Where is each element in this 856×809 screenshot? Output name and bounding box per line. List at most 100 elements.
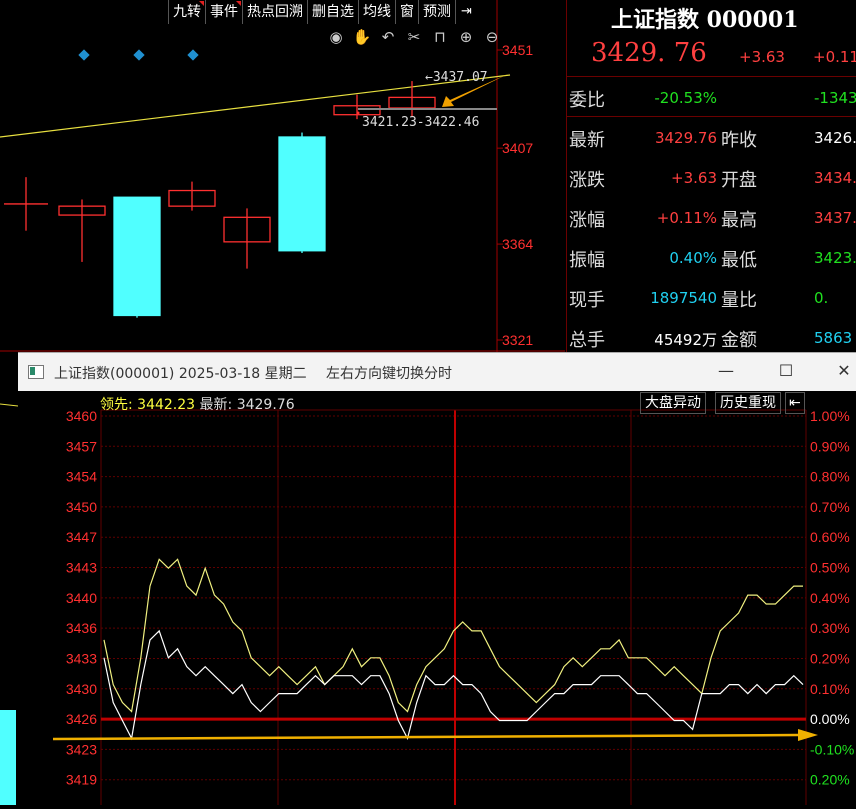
pct-tick-label: 0.80%	[810, 469, 850, 485]
latest-label: 最新:	[199, 397, 233, 413]
scissors-icon[interactable]: ✂	[404, 28, 424, 46]
quote-row-label: 委比	[569, 90, 605, 111]
quote-row-label: 总手	[569, 330, 605, 351]
toolbar-hotspot-review[interactable]: 热点回溯	[242, 0, 307, 24]
quote-change-pct: +0.11	[813, 48, 856, 66]
diamond-marker	[78, 49, 90, 61]
left-edge-panel	[0, 352, 19, 805]
quote-row-value: 45492万	[654, 331, 717, 349]
pct-tick-label: 0.20%	[810, 772, 850, 788]
intraday-chart[interactable]: 3460 3457 3454 3450 3447 3443 3440 3436 3433 3430…	[18, 390, 856, 805]
arrow-icon	[52, 733, 799, 741]
popup-title: 上证指数(000001) 2025-03-18 星期二	[54, 366, 307, 382]
exit-arrow-icon[interactable]: ⇥	[455, 0, 477, 24]
hand-icon[interactable]: ✋	[352, 28, 372, 46]
quote-row-value: 0.40%	[669, 249, 717, 267]
grid	[100, 409, 807, 805]
y-axis-ticks: 3451 3407 3364 3321	[497, 42, 533, 348]
close-button[interactable]: ✕	[830, 359, 856, 383]
y-tick-label: 3419	[66, 772, 97, 788]
pct-tick-label: 0.30%	[810, 620, 850, 636]
collapse-arrow-icon[interactable]: ⇤	[785, 392, 805, 414]
quote-row-label-2: 最低	[721, 250, 757, 271]
toolbar-forecast[interactable]: 预测	[418, 0, 455, 24]
y-tick-label: 3451	[502, 42, 533, 58]
quote-row-value: 3429.76	[654, 129, 717, 147]
maximize-button[interactable]: ☐	[772, 359, 800, 383]
range-dot	[356, 111, 360, 115]
y-tick-label: 3450	[66, 499, 97, 515]
quote-row-label: 涨幅	[569, 210, 605, 231]
pct-tick-label: 1.00%	[810, 408, 850, 424]
eye-icon[interactable]: ◉	[326, 28, 346, 46]
series-line-1	[103, 629, 804, 741]
quote-row-label: 涨跌	[569, 170, 605, 191]
y-tick-label: 3443	[66, 560, 97, 576]
quote-row: 涨幅 +0.11% 最高 3437.	[567, 198, 856, 238]
quote-row-value-2: 3437.	[814, 209, 856, 227]
market-anomaly-button[interactable]: 大盘异动	[640, 392, 706, 414]
quote-panel: 上证指数 000001 3429. 76 +3.63 +0.11 委比 -20.5…	[566, 0, 856, 352]
quote-row-label-2: 金额	[721, 330, 757, 351]
y-tick-label: 3430	[66, 681, 97, 697]
quote-row: 现手 1897540 量比 0.	[567, 278, 856, 318]
quote-price: 3429. 76	[591, 38, 707, 68]
latest-value: 3429.76	[236, 397, 295, 413]
zoom-out-icon[interactable]: ⊖	[482, 28, 502, 46]
candle-body	[113, 196, 161, 317]
quote-row: 振幅 0.40% 最低 3423.	[567, 238, 856, 278]
y-tick-label: 3426	[66, 711, 97, 727]
toolbar-events[interactable]: 事件	[205, 0, 242, 24]
quote-row: 委比 -20.53% -134382	[567, 78, 856, 118]
y-tick-label: 3436	[66, 620, 97, 636]
lead-value: 3442.23	[137, 397, 196, 413]
quote-row-value-2: 5863	[814, 329, 853, 347]
y-tick-label: 3433	[66, 650, 97, 666]
quote-row-label-2: 昨收	[721, 130, 757, 151]
minimize-button[interactable]: —	[712, 359, 740, 383]
quote-row-value: +3.63	[671, 169, 717, 187]
pct-tick-label: 0.10%	[810, 681, 850, 697]
zoom-in-icon[interactable]: ⊕	[456, 28, 476, 46]
chart-tools: ◉ ✋ ↶ ✂ ⊓ ⊕ ⊖	[326, 28, 502, 46]
toolbar-jiuzhuan[interactable]: 九转	[168, 0, 205, 24]
pct-tick-label: 0.40%	[810, 590, 850, 606]
undo-icon[interactable]: ↶	[378, 28, 398, 46]
quote-row-value-2: 0.	[814, 289, 829, 307]
toolbar-window[interactable]: 窗	[395, 0, 418, 24]
y-tick-label: 3440	[66, 590, 97, 606]
pct-tick-label: -0.10%	[810, 741, 854, 757]
y-tick-label: 3423	[66, 741, 97, 757]
quote-row-value: 1897540	[650, 289, 717, 307]
popup-titlebar[interactable]: 上证指数(000001) 2025-03-18 星期二 左右方向键切换分时 — …	[18, 352, 856, 391]
pct-tick-label: 0.20%	[810, 650, 850, 666]
candle-body	[278, 136, 326, 252]
quote-row-label: 最新	[569, 130, 605, 151]
range-label: 3421.23-3422.46	[362, 115, 479, 130]
y-tick-label: 3460	[66, 408, 97, 424]
intraday-popup-window[interactable]: 上证指数(000001) 2025-03-18 星期二 左右方向键切换分时 — …	[18, 352, 856, 805]
pct-tick-labels: 1.00% 0.90% 0.80% 0.70% 0.60% 0.50% 0.40% 0.30%…	[810, 408, 854, 805]
y-tick-label: 3321	[502, 332, 533, 348]
quote-row-value-2: 3434.	[814, 169, 856, 187]
kline-chart[interactable]: 3451 3407 3364 3321 ←3437.07 3421.23-3422.46	[0, 0, 565, 352]
toolbar-moving-average[interactable]: 均线	[358, 0, 395, 24]
history-replay-button[interactable]: 历史重现	[715, 392, 781, 414]
y-tick-label: 3454	[66, 469, 97, 485]
lock-icon[interactable]: ⊓	[430, 28, 450, 46]
info-bar: 领先: 3442.23 最新: 3429.76	[100, 394, 295, 414]
chart-toolbar: 九转 事件 热点回溯 删自选 均线 窗 预测 ⇥	[168, 0, 477, 24]
quote-row-label-2: 开盘	[721, 170, 757, 191]
y-tick-label: 3364	[502, 236, 533, 252]
y-tick-labels: 3460 3457 3454 3450 3447 3443 3440 3436 3433 3430…	[66, 408, 97, 805]
y-tick-label: 3407	[502, 140, 533, 156]
quote-row-value-2: -134382	[814, 89, 856, 107]
quote-row-label-2: 最高	[721, 210, 757, 231]
high-label: ←3437.07	[425, 70, 488, 85]
diamond-marker	[133, 49, 145, 61]
quote-row: 涨跌 +3.63 开盘 3434.	[567, 158, 856, 198]
quote-row-value-2: 3426.	[814, 129, 856, 147]
toolbar-remove-watchlist[interactable]: 删自选	[307, 0, 358, 24]
pct-tick-label: 0.60%	[810, 529, 850, 545]
app-icon	[28, 365, 44, 379]
